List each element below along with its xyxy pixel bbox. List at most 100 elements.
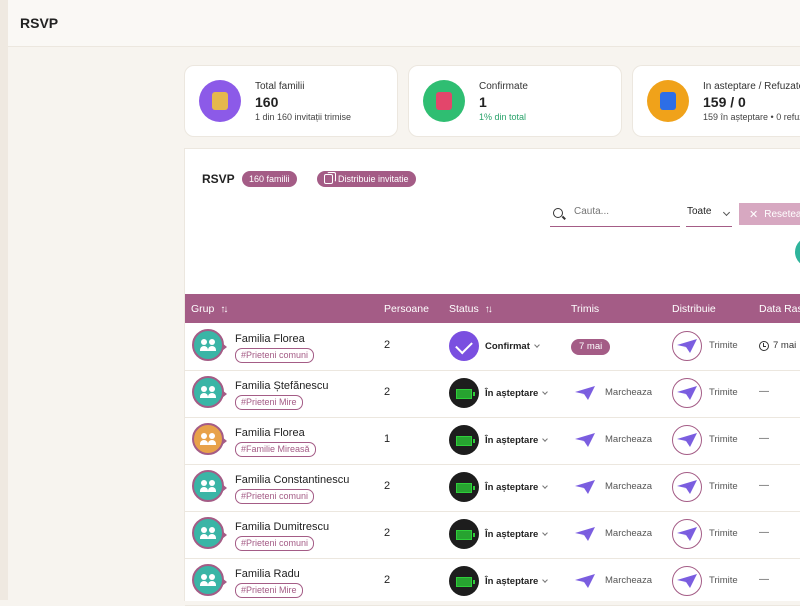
share-label[interactable]: Trimite [709, 481, 738, 492]
stat-label: Confirmate [479, 81, 528, 92]
sort-icon[interactable]: ↑↓ [485, 304, 493, 315]
document-icon [647, 80, 689, 122]
share-invitation-button[interactable]: Distribuie invitatie [317, 171, 416, 187]
reset-filters-button[interactable]: ✕ Reseteaza [739, 203, 800, 225]
document-icon [423, 80, 465, 122]
stat-card-confirmed: Confirmate 1 1% din total [408, 65, 622, 137]
share-button[interactable] [672, 378, 702, 408]
status-dropdown[interactable]: În așteptare [485, 576, 549, 587]
send-plane-icon [677, 339, 697, 353]
left-edge [0, 0, 8, 600]
response-date: — [759, 574, 769, 585]
document-icon [199, 80, 241, 122]
share-label[interactable]: Trimite [709, 340, 738, 351]
table-row[interactable]: Familia Radu #Prieteni Mire 2 În aștepta… [185, 558, 800, 606]
stat-value: 159 / 0 [703, 94, 746, 110]
send-plane-icon[interactable] [575, 527, 595, 541]
mark-sent-link[interactable]: Marcheaza [605, 528, 652, 539]
rsvp-panel: RSVP 160 familii Distribuie invitatie To… [184, 148, 800, 606]
column-header-status[interactable]: Status ↑↓ [449, 303, 493, 315]
group-avatar-icon [192, 564, 227, 596]
copy-icon [324, 172, 336, 184]
sort-icon[interactable]: ↑↓ [220, 304, 228, 315]
status-dropdown[interactable]: În așteptare [485, 435, 549, 446]
table-row[interactable]: Familia Ștefănescu #Prieteni Mire 2 În a… [185, 370, 800, 418]
mark-sent-link[interactable]: Marcheaza [605, 575, 652, 586]
share-button[interactable] [672, 566, 702, 596]
status-filter-value: Toate [687, 206, 712, 217]
group-tag[interactable]: #Prieteni Mire [235, 583, 303, 598]
share-label[interactable]: Trimite [709, 575, 738, 586]
send-plane-icon [677, 433, 697, 447]
mark-sent-link[interactable]: Marcheaza [605, 434, 652, 445]
share-label[interactable]: Trimite [709, 387, 738, 398]
families-count-badge: 160 familii [242, 171, 297, 187]
send-plane-icon[interactable] [575, 480, 595, 494]
status-dropdown[interactable]: În așteptare [485, 529, 549, 540]
panel-title: RSVP [202, 172, 235, 186]
chevron-down-icon [534, 342, 540, 348]
search-icon [553, 208, 563, 218]
group-avatar-icon [192, 329, 227, 361]
table-row[interactable]: Familia Florea #Prieteni comuni 2 Confir… [185, 323, 800, 371]
persons-count: 1 [384, 433, 391, 445]
group-avatar-icon [192, 470, 227, 502]
send-plane-icon[interactable] [575, 574, 595, 588]
stat-value: 1 [479, 94, 487, 110]
column-header-persons: Persoane [384, 303, 429, 315]
stat-card-pending: In asteptare / Refuzate 159 / 0 159 în a… [632, 65, 800, 137]
page-title: RSVP [20, 15, 59, 31]
response-date: — [759, 527, 769, 538]
group-tag[interactable]: #Prieteni Mire [235, 395, 303, 410]
mark-sent-link[interactable]: Marcheaza [605, 481, 652, 492]
group-tag[interactable]: #Prieteni comuni [235, 348, 315, 363]
chevron-down-icon [542, 483, 549, 489]
search-field[interactable] [550, 202, 680, 227]
share-label[interactable]: Trimite [709, 434, 738, 445]
group-name: Familia Florea [235, 427, 305, 439]
response-date: — [759, 386, 769, 397]
column-header-group[interactable]: Grup ↑↓ [191, 303, 228, 315]
column-header-response-date: Data Raspuns [759, 303, 800, 315]
chevron-down-icon [542, 577, 549, 583]
table-header: Grup ↑↓ Persoane Status ↑↓ Trimis Distribu… [185, 294, 800, 323]
status-dropdown[interactable]: În așteptare [485, 482, 549, 493]
table-row[interactable]: Familia Dumitrescu #Prieteni comuni 2 În… [185, 511, 800, 559]
status-dropdown[interactable]: În așteptare [485, 388, 549, 399]
stat-sub: 159 în așteptare • 0 refuzate [703, 112, 800, 122]
search-input[interactable] [572, 205, 676, 218]
reset-label: Reseteaza [764, 208, 800, 220]
persons-count: 2 [384, 386, 391, 398]
share-button[interactable] [672, 519, 702, 549]
group-name: Familia Dumitrescu [235, 521, 330, 533]
share-button[interactable] [672, 331, 702, 361]
persons-count: 2 [384, 480, 391, 492]
send-plane-icon [677, 527, 697, 541]
send-plane-icon[interactable] [575, 386, 595, 400]
group-tag[interactable]: #Familie Mireasă [235, 442, 316, 457]
send-plane-icon [677, 574, 697, 588]
group-tag[interactable]: #Prieteni comuni [235, 536, 315, 551]
battery-icon [449, 425, 479, 455]
share-button[interactable] [672, 472, 702, 502]
mark-sent-link[interactable]: Marcheaza [605, 387, 652, 398]
share-button[interactable] [672, 425, 702, 455]
status-dropdown[interactable]: Confirmat [485, 341, 540, 352]
response-date: — [759, 480, 769, 491]
send-plane-icon[interactable] [575, 433, 595, 447]
table-row[interactable]: Familia Constantinescu #Prieteni comuni … [185, 464, 800, 512]
group-tag[interactable]: #Prieteni comuni [235, 489, 315, 504]
response-date: 7 mai [773, 340, 797, 351]
top-bar: RSVP [8, 0, 800, 47]
stat-card-total: Total familii 160 1 din 160 invitații tr… [184, 65, 398, 137]
clock-icon [759, 341, 769, 351]
action-button[interactable] [795, 237, 800, 267]
persons-count: 2 [384, 339, 391, 351]
share-label[interactable]: Trimite [709, 528, 738, 539]
column-header-sent: Trimis [571, 303, 600, 315]
response-date: — [759, 433, 769, 444]
group-name: Familia Radu [235, 568, 300, 580]
table-row[interactable]: Familia Florea #Familie Mireasă 1 În așt… [185, 417, 800, 465]
status-filter-select[interactable]: Toate [686, 202, 732, 227]
share-invitation-label: Distribuie invitatie [338, 174, 409, 184]
